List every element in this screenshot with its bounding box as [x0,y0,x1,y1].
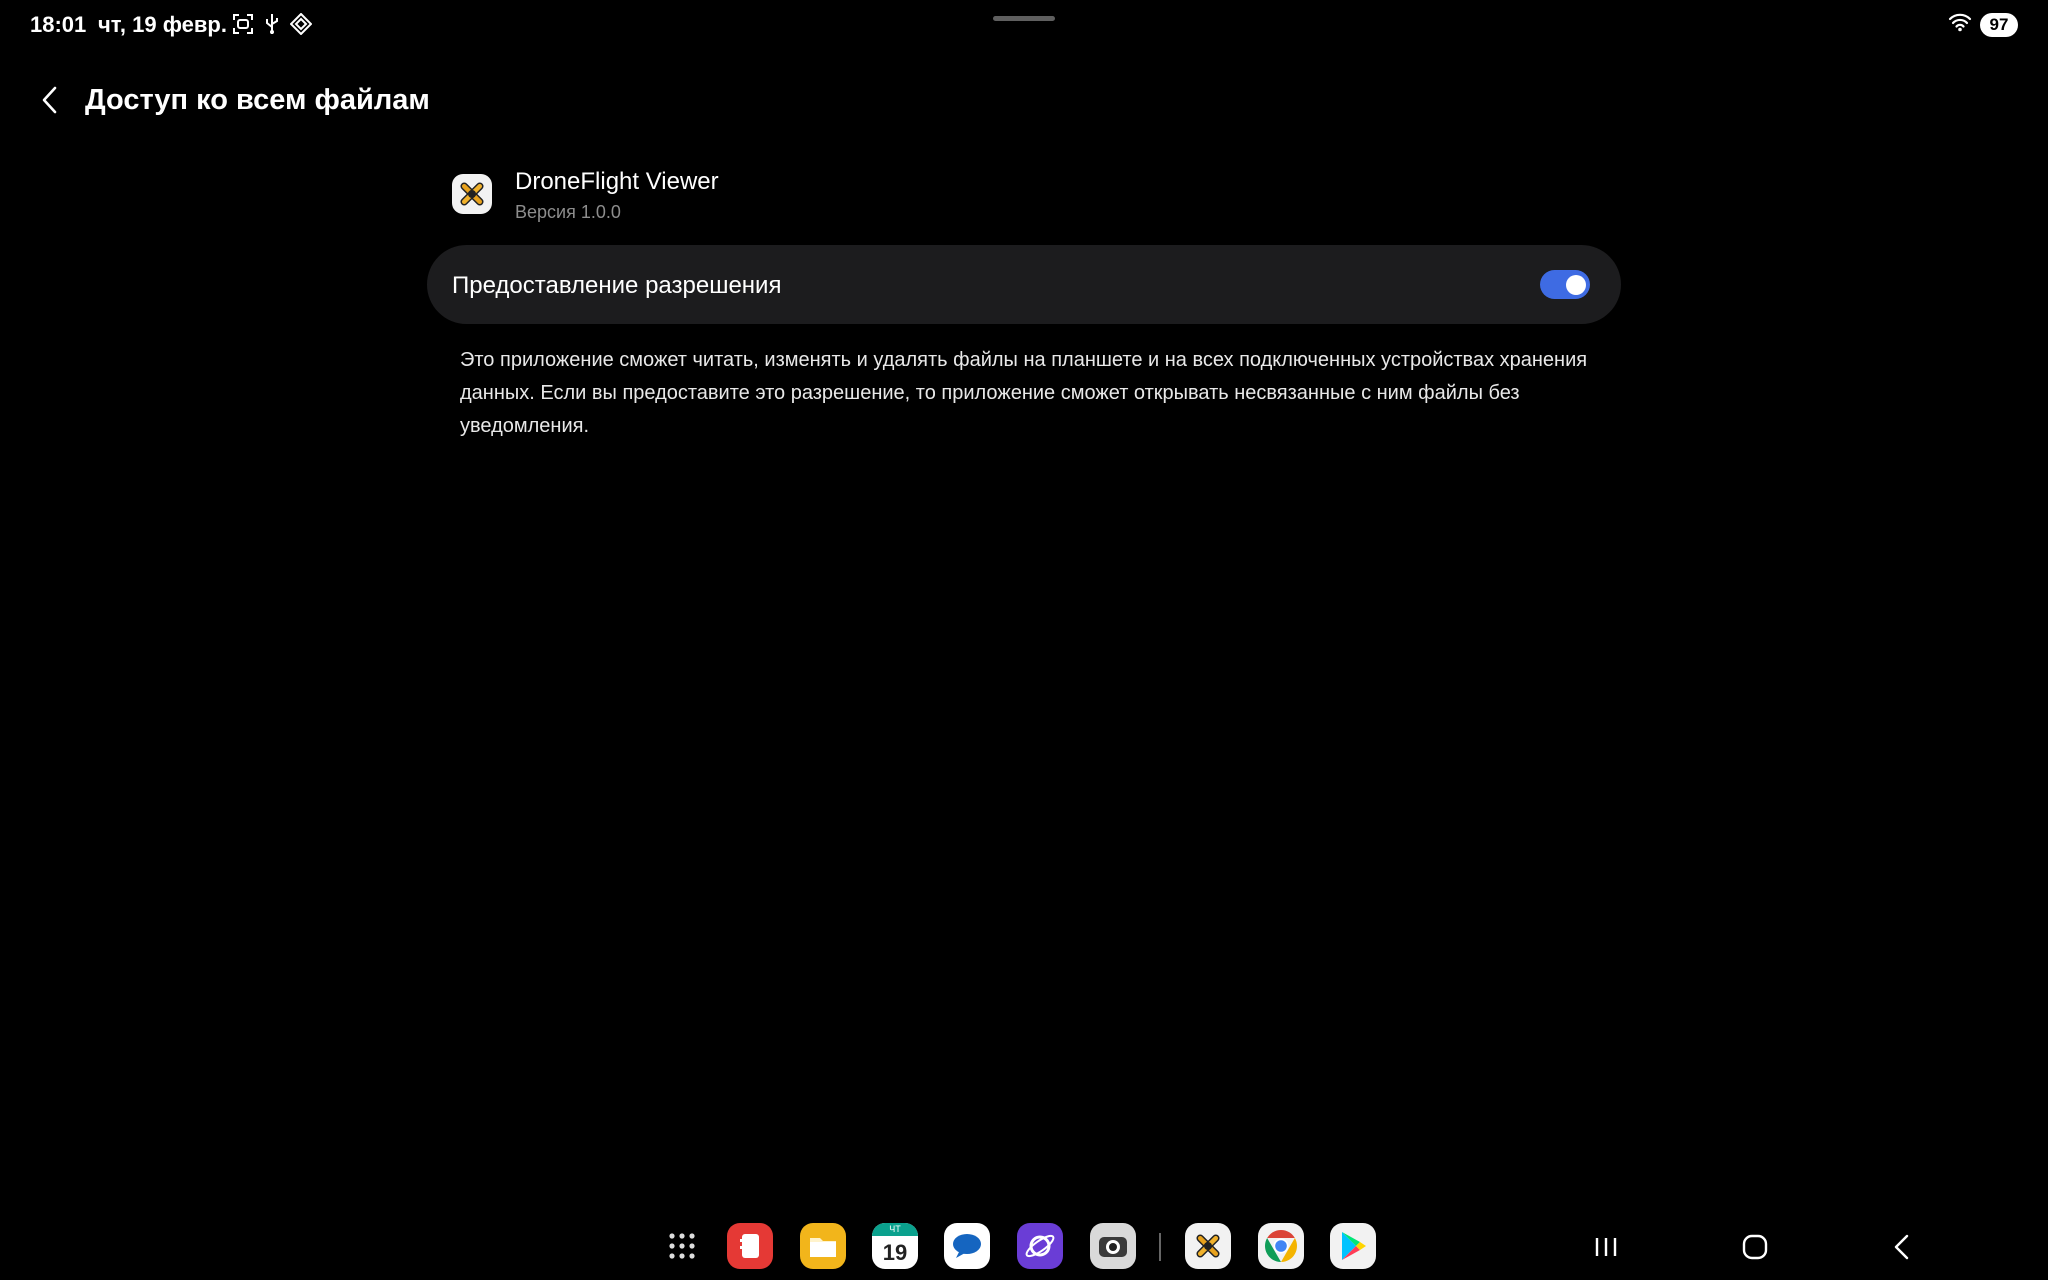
calendar-day: 19 [882,1240,908,1265]
play-store-app-icon[interactable] [1330,1223,1376,1269]
app-name: DroneFlight Viewer [515,168,719,195]
drag-handle[interactable] [993,16,1055,21]
chevron-left-icon [42,86,57,114]
status-time: 18:01 [30,12,87,37]
recents-icon [1595,1238,1617,1256]
status-date: чт, 19 февр. [98,12,227,37]
status-icons [232,13,312,35]
back-icon [1894,1234,1909,1260]
battery-indicator: 97 [1980,12,2018,37]
camera-app-icon[interactable] [1090,1223,1136,1269]
apps-grid-icon[interactable] [659,1223,705,1269]
permission-label: Предоставление разрешения [452,272,782,299]
browser-app-icon[interactable] [1017,1223,1063,1269]
permission-description: Это приложение сможет читать, изменять и… [460,349,1588,437]
droneflight-app-icon[interactable] [1185,1223,1231,1269]
app-bar: Доступ ко всем файлам [0,70,2048,130]
usb-icon [264,13,280,35]
nearby-share-icon [290,13,312,35]
permission-switch[interactable] [1540,270,1590,299]
status-right: 97 [1948,12,2018,37]
app-info: DroneFlight Viewer Версия 1.0.0 [450,166,1250,228]
chrome-app-icon[interactable] [1258,1223,1304,1269]
back-button[interactable] [32,82,68,118]
home-button[interactable] [1735,1227,1775,1267]
recent-apps-button[interactable] [1586,1227,1626,1267]
page-title: Доступ ко всем файлам [85,84,430,116]
files-app-icon[interactable] [800,1223,846,1269]
nav-back-button[interactable] [1882,1227,1922,1267]
status-bar: 18:01 чт, 19 февр. 97 [0,0,2048,52]
switch-knob [1566,275,1586,295]
calendar-app-icon[interactable]: ЧТ 19 [872,1223,918,1269]
permission-toggle-row[interactable]: Предоставление разрешения [427,245,1621,324]
app-version: Версия 1.0.0 [515,202,621,222]
notes-app-icon[interactable] [727,1223,773,1269]
droneflight-app-icon [452,174,492,214]
messages-app-icon[interactable] [944,1223,990,1269]
home-icon [1742,1234,1768,1260]
taskbar-divider [1159,1233,1161,1261]
screenshot-icon [232,13,254,35]
wifi-icon [1948,12,1972,37]
calendar-weekday: ЧТ [872,1223,918,1236]
taskbar: ЧТ 19 [0,1215,2048,1275]
